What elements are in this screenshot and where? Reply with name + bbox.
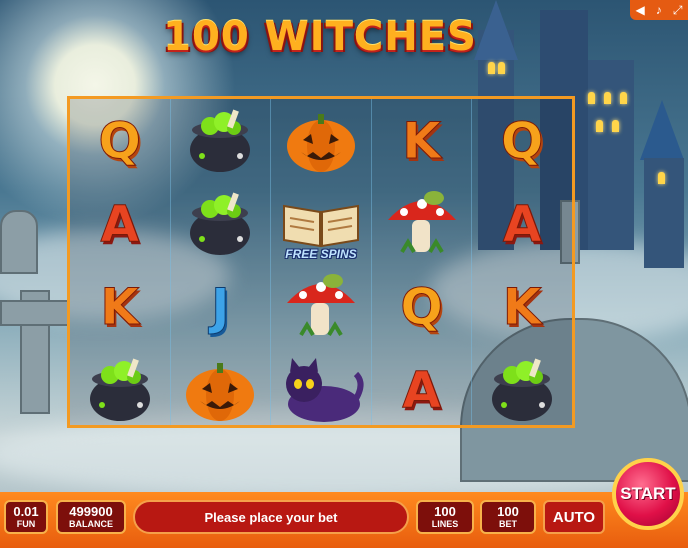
symbol-cell: K: [372, 99, 472, 182]
castle-window: [588, 92, 595, 104]
bet-value: 100: [497, 504, 519, 519]
symbol-cell: [271, 99, 371, 182]
balance-value: 499900: [69, 504, 113, 519]
castle-window: [612, 120, 619, 132]
symbol-cell: A: [70, 182, 170, 265]
symbol-cell: [70, 348, 170, 431]
gravestone: [0, 210, 38, 274]
coin-value: 0.01: [13, 504, 39, 519]
mushroom-icon: [286, 273, 355, 336]
lines-label: LINES: [431, 519, 459, 529]
symbol-cell: K: [472, 265, 572, 348]
game-title: 100 WITCHES: [163, 14, 477, 60]
reel-4: K Q A: [372, 99, 473, 425]
symbol-cell: [171, 348, 271, 431]
castle-window: [596, 120, 603, 132]
coin-value-box[interactable]: 0.01 FUN: [4, 500, 48, 534]
castle-window: [604, 92, 611, 104]
symbol-cell: [472, 348, 572, 431]
menu-icon[interactable]: ◀: [636, 3, 645, 17]
symbol-letter: Q: [500, 111, 544, 170]
balance-label: BALANCE: [69, 519, 113, 529]
bet-box[interactable]: 100 BET: [480, 500, 536, 534]
mushroom-icon: [387, 190, 456, 253]
castle-window: [498, 62, 505, 74]
balance-box: 499900 BALANCE: [56, 500, 126, 534]
symbol-cell: A: [372, 348, 472, 431]
symbol-cell: FREE SPINS: [271, 182, 371, 265]
cauldron-icon: [89, 358, 150, 421]
castle-window: [620, 92, 627, 104]
lines-box[interactable]: 100 LINES: [416, 500, 474, 534]
status-message: Please place your bet: [133, 500, 409, 534]
reel-2: J: [171, 99, 272, 425]
symbol-letter: A: [100, 194, 140, 253]
symbol-cell: [271, 348, 371, 431]
reel-5: Q A K: [472, 99, 572, 425]
auto-button[interactable]: AUTO: [543, 500, 605, 534]
cauldron-icon: [190, 109, 251, 172]
symbol-letter: K: [100, 277, 140, 336]
gravestone-cross: [0, 300, 70, 326]
cauldron-icon: [492, 358, 553, 421]
sound-toolbar: ◀ ♪ ⤢: [630, 0, 688, 20]
castle-roof: [640, 100, 684, 160]
reel-1: Q A K: [70, 99, 171, 425]
symbol-cell: [171, 99, 271, 182]
castle-window: [488, 62, 495, 74]
symbol-letter: Q: [400, 277, 444, 336]
symbol-cell: J: [171, 265, 271, 348]
spellbook-icon: [282, 204, 359, 247]
symbol-letter: A: [402, 360, 442, 419]
symbol-cell: [271, 265, 371, 348]
castle-window: [658, 172, 665, 184]
black-cat-icon: [285, 357, 364, 422]
coin-label: FUN: [16, 519, 36, 529]
pumpkin-icon: [286, 113, 355, 172]
symbol-letter: Q: [98, 111, 142, 170]
symbol-cell: [372, 182, 472, 265]
castle-tower: [588, 60, 634, 250]
symbol-cell: Q: [472, 99, 572, 182]
symbol-cell: Q: [70, 99, 170, 182]
start-button[interactable]: START: [612, 458, 684, 530]
symbol-letter: J: [211, 277, 231, 336]
symbol-letter: K: [402, 111, 442, 170]
free-spins-label: FREE SPINS: [285, 247, 357, 261]
fullscreen-icon[interactable]: ⤢: [673, 3, 683, 18]
symbol-cell: A: [472, 182, 572, 265]
symbol-cell: [171, 182, 271, 265]
reel-3: FREE SPINS: [271, 99, 372, 425]
pumpkin-icon: [186, 362, 255, 421]
symbol-cell: K: [70, 265, 170, 348]
symbol-letter: K: [502, 277, 542, 336]
bet-label: BET: [499, 519, 517, 529]
symbol-letter: A: [502, 194, 542, 253]
symbol-cell: Q: [372, 265, 472, 348]
music-note-icon[interactable]: ♪: [656, 3, 662, 17]
lines-value: 100: [434, 504, 456, 519]
cauldron-icon: [190, 192, 251, 255]
reels-area: Q A K J FREE SPINS K Q A Q A K: [67, 96, 575, 428]
